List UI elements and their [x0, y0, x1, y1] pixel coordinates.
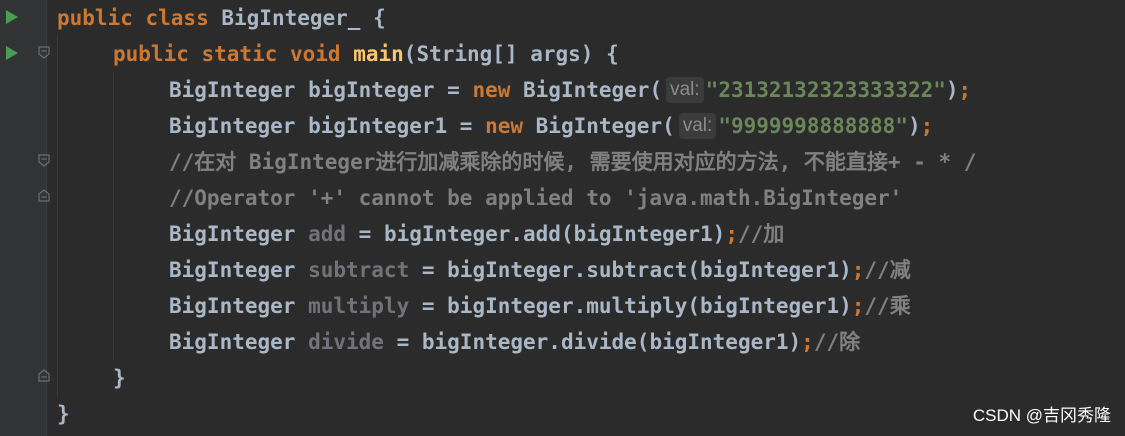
- watermark: CSDN @吉冈秀隆: [972, 406, 1111, 425]
- code-line-8: BigInteger subtract = bigInteger.subtrac…: [169, 258, 911, 282]
- run-main-icon[interactable]: [6, 46, 18, 60]
- code-line-9: BigInteger multiply = bigInteger.multipl…: [169, 294, 911, 318]
- code-line-10: BigInteger divide = bigInteger.divide(bi…: [169, 330, 861, 354]
- fold-open-icon[interactable]: [38, 154, 50, 167]
- code-line-12: }: [57, 402, 70, 426]
- code-line-2: public static void main(String[] args) {: [113, 42, 619, 66]
- code-line-4: BigInteger bigInteger1 = new BigInteger(…: [169, 113, 934, 139]
- run-class-icon[interactable]: [6, 10, 18, 24]
- code-line-7: BigInteger add = bigInteger.add(bigInteg…: [169, 222, 785, 246]
- fold-close-icon[interactable]: [38, 369, 50, 382]
- indent-guide: [113, 72, 114, 360]
- fold-open-icon[interactable]: [38, 46, 50, 59]
- indent-guide: [57, 36, 58, 396]
- parameter-hint: val:: [678, 113, 717, 139]
- code-line-1: public class BigInteger_ {: [57, 6, 386, 30]
- code-line-11: }: [113, 366, 126, 390]
- code-line-3: BigInteger bigInteger = new BigInteger(v…: [169, 77, 972, 103]
- parameter-hint: val:: [666, 77, 704, 103]
- code-line-6: //Operator '+' cannot be applied to 'jav…: [169, 186, 903, 210]
- code-line-5: //在对 BigInteger进行加减乘除的时候, 需要使用对应的方法, 不能直…: [169, 150, 977, 174]
- fold-close-icon[interactable]: [38, 189, 50, 202]
